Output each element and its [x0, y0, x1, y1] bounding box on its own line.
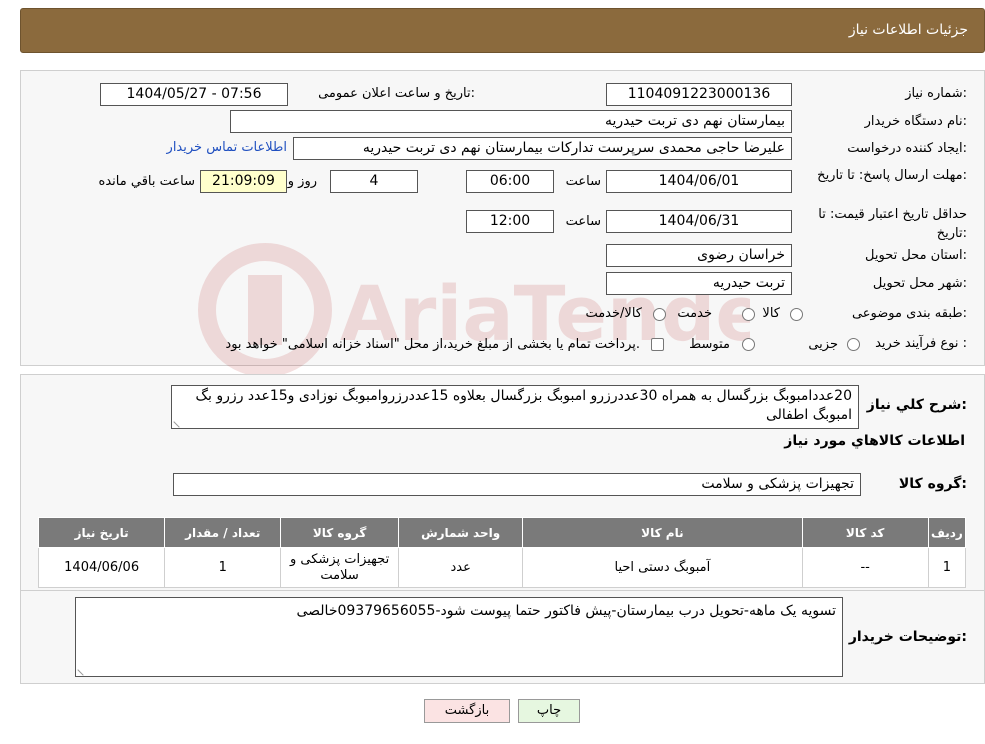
province-label: استان محل تحویل: [865, 248, 967, 263]
creator-label: ایجاد کننده درخواست: [847, 141, 967, 156]
category-radio-goods-service[interactable] [653, 308, 666, 321]
province-field: خراسان رضوی [606, 244, 792, 267]
deadline-date-field: 1404/06/01 [606, 170, 792, 193]
category-goods-label: کالا [762, 306, 780, 321]
process-label: نوع فرآیند خرید : [875, 336, 967, 351]
cell-goods-code: -- [801, 547, 929, 588]
cell-need-date: 1404/06/06 [37, 547, 166, 588]
days-label: روز و [287, 174, 317, 189]
goods-group-field: تجهیزات پزشکی و سلامت [173, 473, 861, 496]
general-desc-field: 20عددامبوبگ بزرگسال به همراه 30عددرزرو ا… [171, 385, 859, 429]
creator-field: علیرضا حاجی محمدی سرپرست تدارکات بیمارست… [293, 137, 792, 160]
process-radio-minor[interactable] [847, 338, 860, 351]
cell-quantity: 1 [164, 547, 282, 588]
process-minor-label: جزیی [808, 337, 838, 352]
process-radio-medium[interactable] [742, 338, 755, 351]
col-goods-code: کد کالا [801, 517, 929, 548]
process-medium-label: متوسط [689, 337, 730, 352]
back-button[interactable]: بازگشت [424, 699, 510, 723]
buyer-org-label: نام دستگاه خریدار: [864, 114, 967, 129]
cell-goods-name: آمبوبگ دستی احیا [522, 547, 803, 588]
process-note-checkbox[interactable] [651, 338, 664, 351]
general-desc-text: 20عددامبوبگ بزرگسال به همراه 30عددرزرو ا… [195, 388, 852, 423]
category-label: طبقه بندی موضوعی: [851, 306, 967, 321]
col-quantity: تعداد / مقدار [164, 517, 282, 548]
general-desc-label: شرح کلي نياز: [866, 397, 967, 413]
category-radio-service[interactable] [742, 308, 755, 321]
validity-time-field: 12:00 [466, 210, 554, 233]
announce-label: تاریخ و ساعت اعلان عمومی: [318, 86, 475, 101]
buyer-org-field: بیمارستان نهم دی تربت حیدریه [230, 110, 792, 133]
validity-label: حداقل تاریخ اعتبار قیمت: تا تاریخ: [818, 207, 967, 241]
page-header: جزئیات اطلاعات نیاز [20, 8, 985, 53]
buyer-notes-label: توضیحات خریدار: [848, 629, 967, 645]
deadline-time-label: ساعت [565, 174, 601, 189]
process-note: پرداخت تمام یا بخشی از مبلغ خرید،از محل … [225, 337, 640, 352]
buyer-notes-text: تسویه یک ماهه-تحویل درب بیمارستان-پیش فا… [296, 603, 836, 619]
goods-table: رديف کد کالا نام کالا واحد شمارش گروه کا… [37, 517, 967, 588]
validity-date-field: 1404/06/31 [606, 210, 792, 233]
cell-goods-group: تجهیزات پزشکی و سلامت [280, 547, 400, 588]
need-number-field: 1104091223000136 [606, 83, 792, 106]
col-row-number: رديف [927, 517, 967, 548]
announce-datetime-field: 1404/05/27 - 07:56 [100, 83, 288, 106]
col-need-date: تاريخ نياز [37, 517, 166, 548]
time-remaining-field: 21:09:09 [200, 170, 287, 193]
goods-table-header: رديف کد کالا نام کالا واحد شمارش گروه کا… [37, 517, 967, 548]
col-goods-name: نام کالا [522, 517, 803, 548]
category-service-label: خدمت [677, 306, 712, 321]
deadline-time-field: 06:00 [466, 170, 554, 193]
category-goods-service-label: کالا/خدمت [585, 306, 642, 321]
col-unit: واحد شمارش [398, 517, 524, 548]
goods-info-title: اطلاعات کالاهاي مورد نياز [784, 433, 965, 449]
validity-time-label: ساعت [565, 214, 601, 229]
cell-unit: عدد [398, 547, 524, 588]
city-field: تربت حیدریه [606, 272, 792, 295]
buyer-notes-field: تسویه یک ماهه-تحویل درب بیمارستان-پیش فا… [75, 597, 843, 677]
buyer-contact-link[interactable]: اطلاعات تماس خریدار [167, 140, 287, 155]
print-button[interactable]: چاپ [518, 699, 580, 723]
need-number-label: شماره نیاز: [905, 86, 967, 101]
table-row: 1 -- آمبوبگ دستی احیا عدد تجهیزات پزشکی … [37, 547, 967, 588]
deadline-label: مهلت ارسال پاسخ: تا تاریخ: [817, 168, 967, 183]
days-remaining-field: 4 [330, 170, 418, 193]
cell-row-number: 1 [927, 547, 967, 588]
page-title: جزئیات اطلاعات نیاز [848, 22, 968, 38]
time-remaining-label: ساعت باقي مانده [98, 174, 195, 189]
goods-group-label: گروه کالا: [898, 476, 967, 492]
col-goods-group: گروه کالا [280, 517, 400, 548]
category-radio-goods[interactable] [790, 308, 803, 321]
city-label: شهر محل تحویل: [872, 276, 967, 291]
